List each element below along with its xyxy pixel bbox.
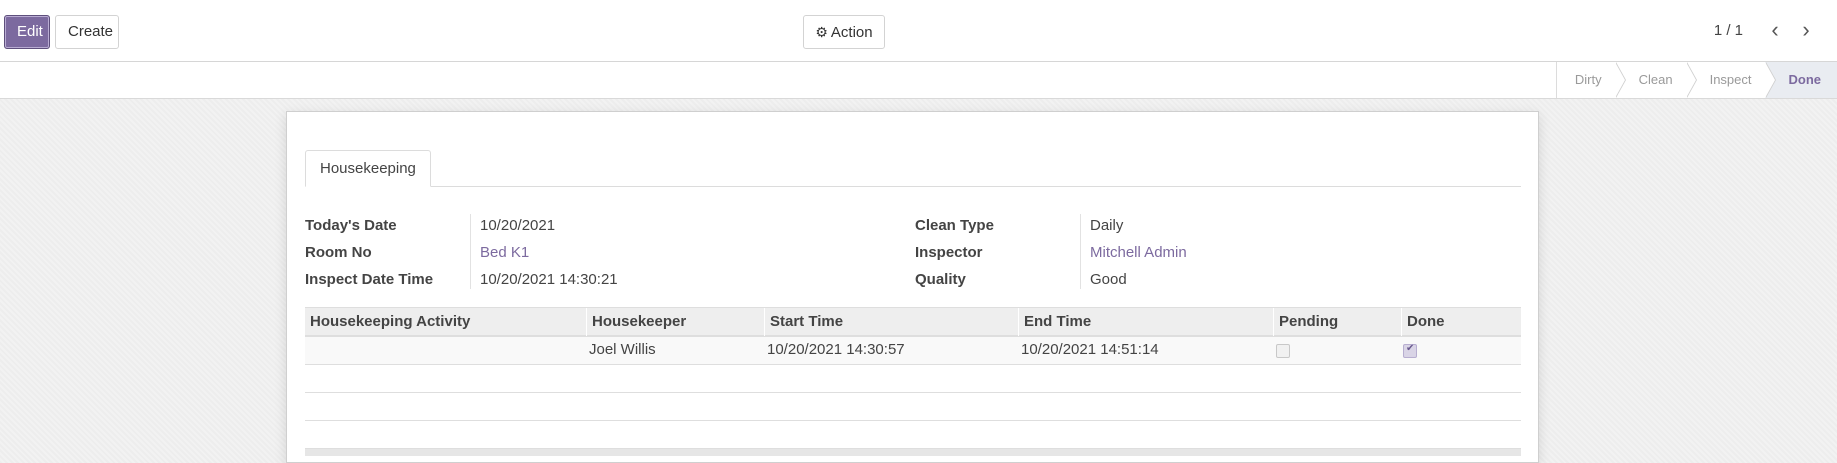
column-header-activity[interactable]: Housekeeping Activity <box>305 308 586 336</box>
status-step-label: Clean <box>1638 72 1673 87</box>
edit-button[interactable]: Edit <box>4 15 50 49</box>
gear-icon: ⚙ <box>815 24 828 40</box>
pending-checkbox[interactable] <box>1276 344 1290 358</box>
room-no-label: Room No <box>305 244 372 261</box>
end-time-cell: 10/20/2021 14:51:14 <box>1021 341 1159 358</box>
table-header: Housekeeping Activity Housekeeper Start … <box>305 307 1521 337</box>
activity-cell <box>305 337 586 364</box>
clean-type-label: Clean Type <box>915 217 994 234</box>
column-header-housekeeper[interactable]: Housekeeper <box>586 308 764 336</box>
action-button[interactable]: ⚙ Action <box>803 15 885 49</box>
quality-label: Quality <box>915 271 966 288</box>
clean-type-value: Daily <box>1090 217 1124 234</box>
table-footer <box>305 448 1521 456</box>
status-step-label: Dirty <box>1574 72 1602 87</box>
create-button[interactable]: Create <box>55 15 119 49</box>
control-panel: Edit Create ⚙ Action 1 / 1 ‹ › <box>0 0 1837 62</box>
inspect-date-time-label: Inspect Date Time <box>305 271 434 288</box>
chevron-right-icon[interactable]: › <box>1796 18 1816 42</box>
column-header-pending[interactable]: Pending <box>1273 308 1401 336</box>
done-checkbox[interactable] <box>1403 343 1417 358</box>
table-row-empty <box>305 365 1521 393</box>
form-sheet: Housekeeping Today's Date Room No Inspec… <box>286 111 1539 463</box>
todays-date-label: Today's Date <box>305 217 397 234</box>
quality-value: Good <box>1090 271 1127 288</box>
status-step-inspect[interactable]: Inspect <box>1685 62 1776 98</box>
action-label: Action <box>830 24 873 41</box>
table-row-empty <box>305 393 1521 421</box>
tab-housekeeping[interactable]: Housekeeping <box>305 150 431 187</box>
pager-value[interactable]: 1 / 1 <box>1714 22 1743 39</box>
housekeeping-activity-table: Housekeeping Activity Housekeeper Start … <box>305 307 1521 456</box>
chevron-left-icon[interactable]: ‹ <box>1765 18 1785 42</box>
inspector-link[interactable]: Mitchell Admin <box>1090 244 1187 261</box>
status-step-label: Inspect <box>1709 72 1752 87</box>
status-step-dirty[interactable]: Dirty <box>1556 62 1626 98</box>
field-separator <box>1080 214 1081 289</box>
status-bar: Dirty Clean Inspect Done <box>0 62 1837 99</box>
column-header-start-time[interactable]: Start Time <box>764 308 1018 336</box>
tab-divider <box>305 186 1521 187</box>
column-header-end-time[interactable]: End Time <box>1018 308 1273 336</box>
inspect-date-time-value: 10/20/2021 14:30:21 <box>480 271 618 288</box>
table-row[interactable]: Joel Willis 10/20/2021 14:30:57 10/20/20… <box>305 337 1521 365</box>
status-steps: Dirty Clean Inspect Done <box>1555 62 1837 98</box>
status-step-label: Done <box>1788 72 1822 87</box>
todays-date-value: 10/20/2021 <box>480 217 556 234</box>
column-header-done[interactable]: Done <box>1401 308 1521 336</box>
inspector-label: Inspector <box>915 244 983 261</box>
start-time-cell: 10/20/2021 14:30:57 <box>767 341 905 358</box>
housekeeper-cell: Joel Willis <box>589 341 656 358</box>
room-no-link[interactable]: Bed K1 <box>480 244 529 261</box>
field-separator <box>470 214 471 289</box>
